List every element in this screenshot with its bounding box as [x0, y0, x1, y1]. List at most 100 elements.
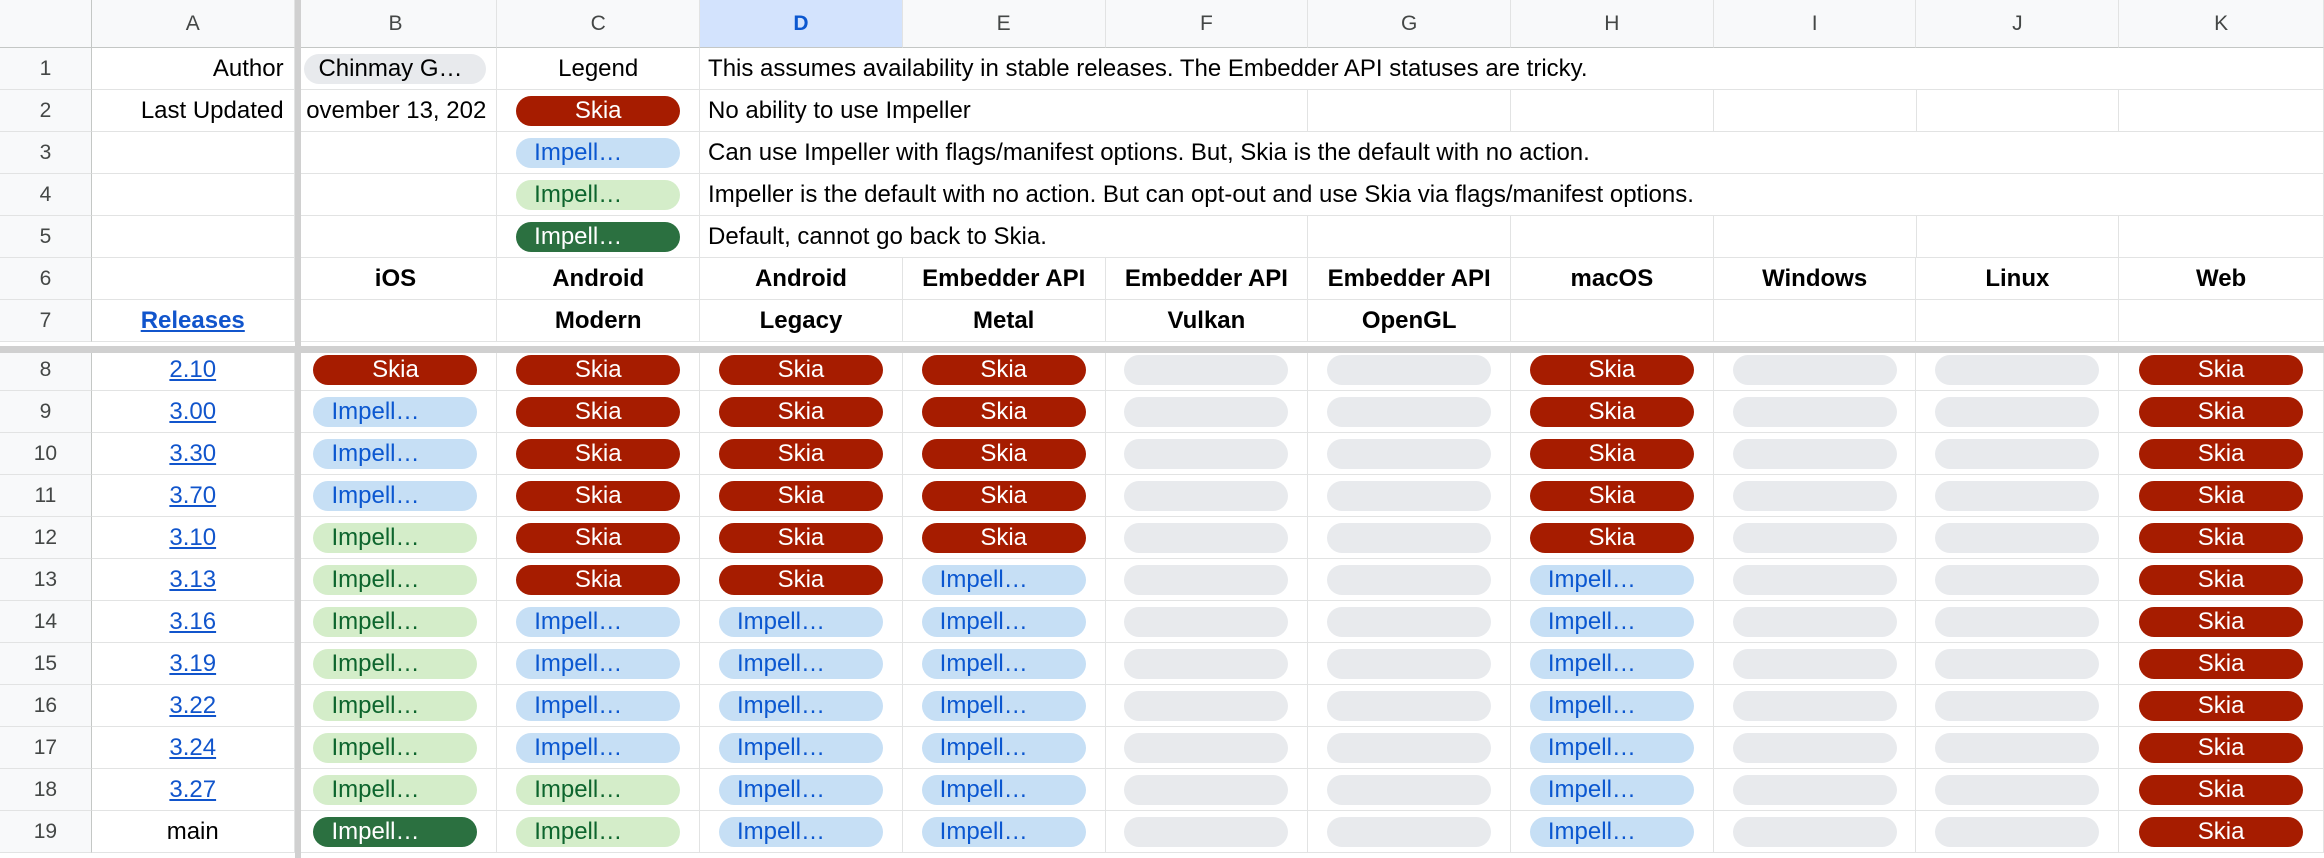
status-chip-opt[interactable]: Impell… [718, 732, 883, 763]
cell-j19[interactable] [1916, 811, 2120, 853]
status-chip-none[interactable] [1732, 732, 1897, 763]
cell-h17[interactable]: Impell… [1511, 727, 1714, 769]
cell-b4[interactable] [294, 174, 498, 216]
cell-f18[interactable] [1105, 769, 1309, 811]
status-chip-none[interactable] [1124, 438, 1289, 469]
status-chip-none[interactable] [1124, 480, 1289, 511]
status-chip-skia[interactable]: Skia [2139, 522, 2304, 553]
status-chip-none[interactable] [1732, 690, 1897, 721]
cell-k18[interactable]: Skia [2119, 769, 2324, 811]
status-chip-skia[interactable]: Skia [718, 564, 883, 595]
cell-j14[interactable] [1916, 601, 2120, 643]
cell-c11[interactable]: Skia [497, 475, 701, 517]
status-chip-none[interactable] [1732, 522, 1897, 553]
row-header-17[interactable]: 17 [0, 727, 92, 769]
column-header-b[interactable]: B [294, 0, 498, 48]
status-chip-none[interactable] [1327, 396, 1492, 427]
cell-b18[interactable]: Impell… [294, 769, 498, 811]
cell-g19[interactable] [1308, 811, 1512, 853]
status-chip-none[interactable] [1935, 438, 2100, 469]
status-chip-skia[interactable]: Skia [516, 480, 681, 511]
column-header-h[interactable]: H [1511, 0, 1714, 48]
cell-i1[interactable] [1713, 48, 1917, 90]
status-chip-skia[interactable]: Skia [2139, 354, 2304, 385]
legend-label[interactable]: Legend [497, 48, 701, 90]
cell-i17[interactable] [1713, 727, 1917, 769]
status-chip-none[interactable] [1327, 774, 1492, 805]
platform-header-bottom[interactable]: OpenGL [1308, 300, 1512, 342]
cell-i18[interactable] [1713, 769, 1917, 811]
status-chip-opt[interactable]: Impell… [313, 396, 478, 427]
status-chip-opt[interactable]: Impell… [1529, 648, 1694, 679]
cell-k3[interactable] [2119, 132, 2324, 174]
status-chip-opt[interactable]: Impell… [921, 690, 1086, 721]
column-header-j[interactable]: J [1916, 0, 2120, 48]
cell-e8[interactable]: Skia [902, 349, 1106, 391]
cell-h9[interactable]: Skia [1511, 391, 1714, 433]
status-chip-none[interactable] [1935, 396, 2100, 427]
row-header-16[interactable]: 16 [0, 685, 92, 727]
cell-i9[interactable] [1713, 391, 1917, 433]
platform-header-top[interactable]: Embedder API [1105, 258, 1309, 300]
row-header-14[interactable]: 14 [0, 601, 92, 643]
cell-b1[interactable]: Chinmay G… [294, 48, 498, 90]
cell-i2[interactable] [1713, 90, 1917, 132]
status-chip-skia[interactable]: Skia [718, 438, 883, 469]
cell-h19[interactable]: Impell… [1511, 811, 1714, 853]
cell-k1[interactable] [2119, 48, 2324, 90]
cell-j18[interactable] [1916, 769, 2120, 811]
cell-e11[interactable]: Skia [902, 475, 1106, 517]
status-chip-skia[interactable]: Skia [921, 396, 1086, 427]
legend-chip-opt[interactable]: Impell… [516, 137, 681, 168]
cell-k10[interactable]: Skia [2119, 433, 2324, 475]
release-link[interactable]: 3.16 [169, 608, 216, 636]
legend-description[interactable]: No ability to use Impeller [700, 90, 971, 132]
status-chip-none[interactable] [1124, 522, 1289, 553]
column-header-e[interactable]: E [902, 0, 1106, 48]
cell-b13[interactable]: Impell… [294, 559, 498, 601]
cell-d15[interactable]: Impell… [700, 643, 903, 685]
cell-d10[interactable]: Skia [700, 433, 903, 475]
release-label[interactable]: main [91, 811, 295, 853]
platform-header-bottom[interactable] [2119, 300, 2324, 342]
cell-b14[interactable]: Impell… [294, 601, 498, 643]
release-link[interactable]: 3.10 [169, 524, 216, 552]
cell-a13[interactable]: 3.13 [91, 559, 295, 601]
status-chip-opt[interactable]: Impell… [921, 816, 1086, 847]
status-chip-skia[interactable]: Skia [921, 438, 1086, 469]
cell-g18[interactable] [1308, 769, 1512, 811]
cell-j9[interactable] [1916, 391, 2120, 433]
row-header-11[interactable]: 11 [0, 475, 92, 517]
status-chip-none[interactable] [1327, 690, 1492, 721]
cell-f17[interactable] [1105, 727, 1309, 769]
status-chip-opt[interactable]: Impell… [516, 606, 681, 637]
cell-c16[interactable]: Impell… [497, 685, 701, 727]
cell-h16[interactable]: Impell… [1511, 685, 1714, 727]
status-chip-skia[interactable]: Skia [2139, 816, 2304, 847]
platform-header-bottom[interactable] [1713, 300, 1917, 342]
platform-header-bottom[interactable]: Metal [902, 300, 1106, 342]
legend-description[interactable]: Can use Impeller with flags/manifest opt… [700, 132, 1590, 174]
status-chip-opt[interactable]: Impell… [1529, 690, 1694, 721]
status-chip-opt[interactable]: Impell… [313, 438, 478, 469]
cell-b16[interactable]: Impell… [294, 685, 498, 727]
status-chip-skia[interactable]: Skia [718, 354, 883, 385]
status-chip-opt[interactable]: Impell… [921, 774, 1086, 805]
cell-i10[interactable] [1713, 433, 1917, 475]
cell-b3[interactable] [294, 132, 498, 174]
release-link[interactable]: 3.00 [169, 398, 216, 426]
cell-a6[interactable] [91, 258, 295, 300]
status-chip-none[interactable] [1327, 732, 1492, 763]
status-chip-dflt[interactable]: Impell… [313, 522, 478, 553]
status-chip-skia[interactable]: Skia [2139, 606, 2304, 637]
cell-c17[interactable]: Impell… [497, 727, 701, 769]
cell-d9[interactable]: Skia [700, 391, 903, 433]
cell-h8[interactable]: Skia [1511, 349, 1714, 391]
status-chip-none[interactable] [1935, 522, 2100, 553]
cell-a8[interactable]: 2.10 [91, 349, 295, 391]
status-chip-skia[interactable]: Skia [718, 396, 883, 427]
cell-i4[interactable] [1713, 174, 1917, 216]
cell-b17[interactable]: Impell… [294, 727, 498, 769]
cell-b15[interactable]: Impell… [294, 643, 498, 685]
cell-h12[interactable]: Skia [1511, 517, 1714, 559]
